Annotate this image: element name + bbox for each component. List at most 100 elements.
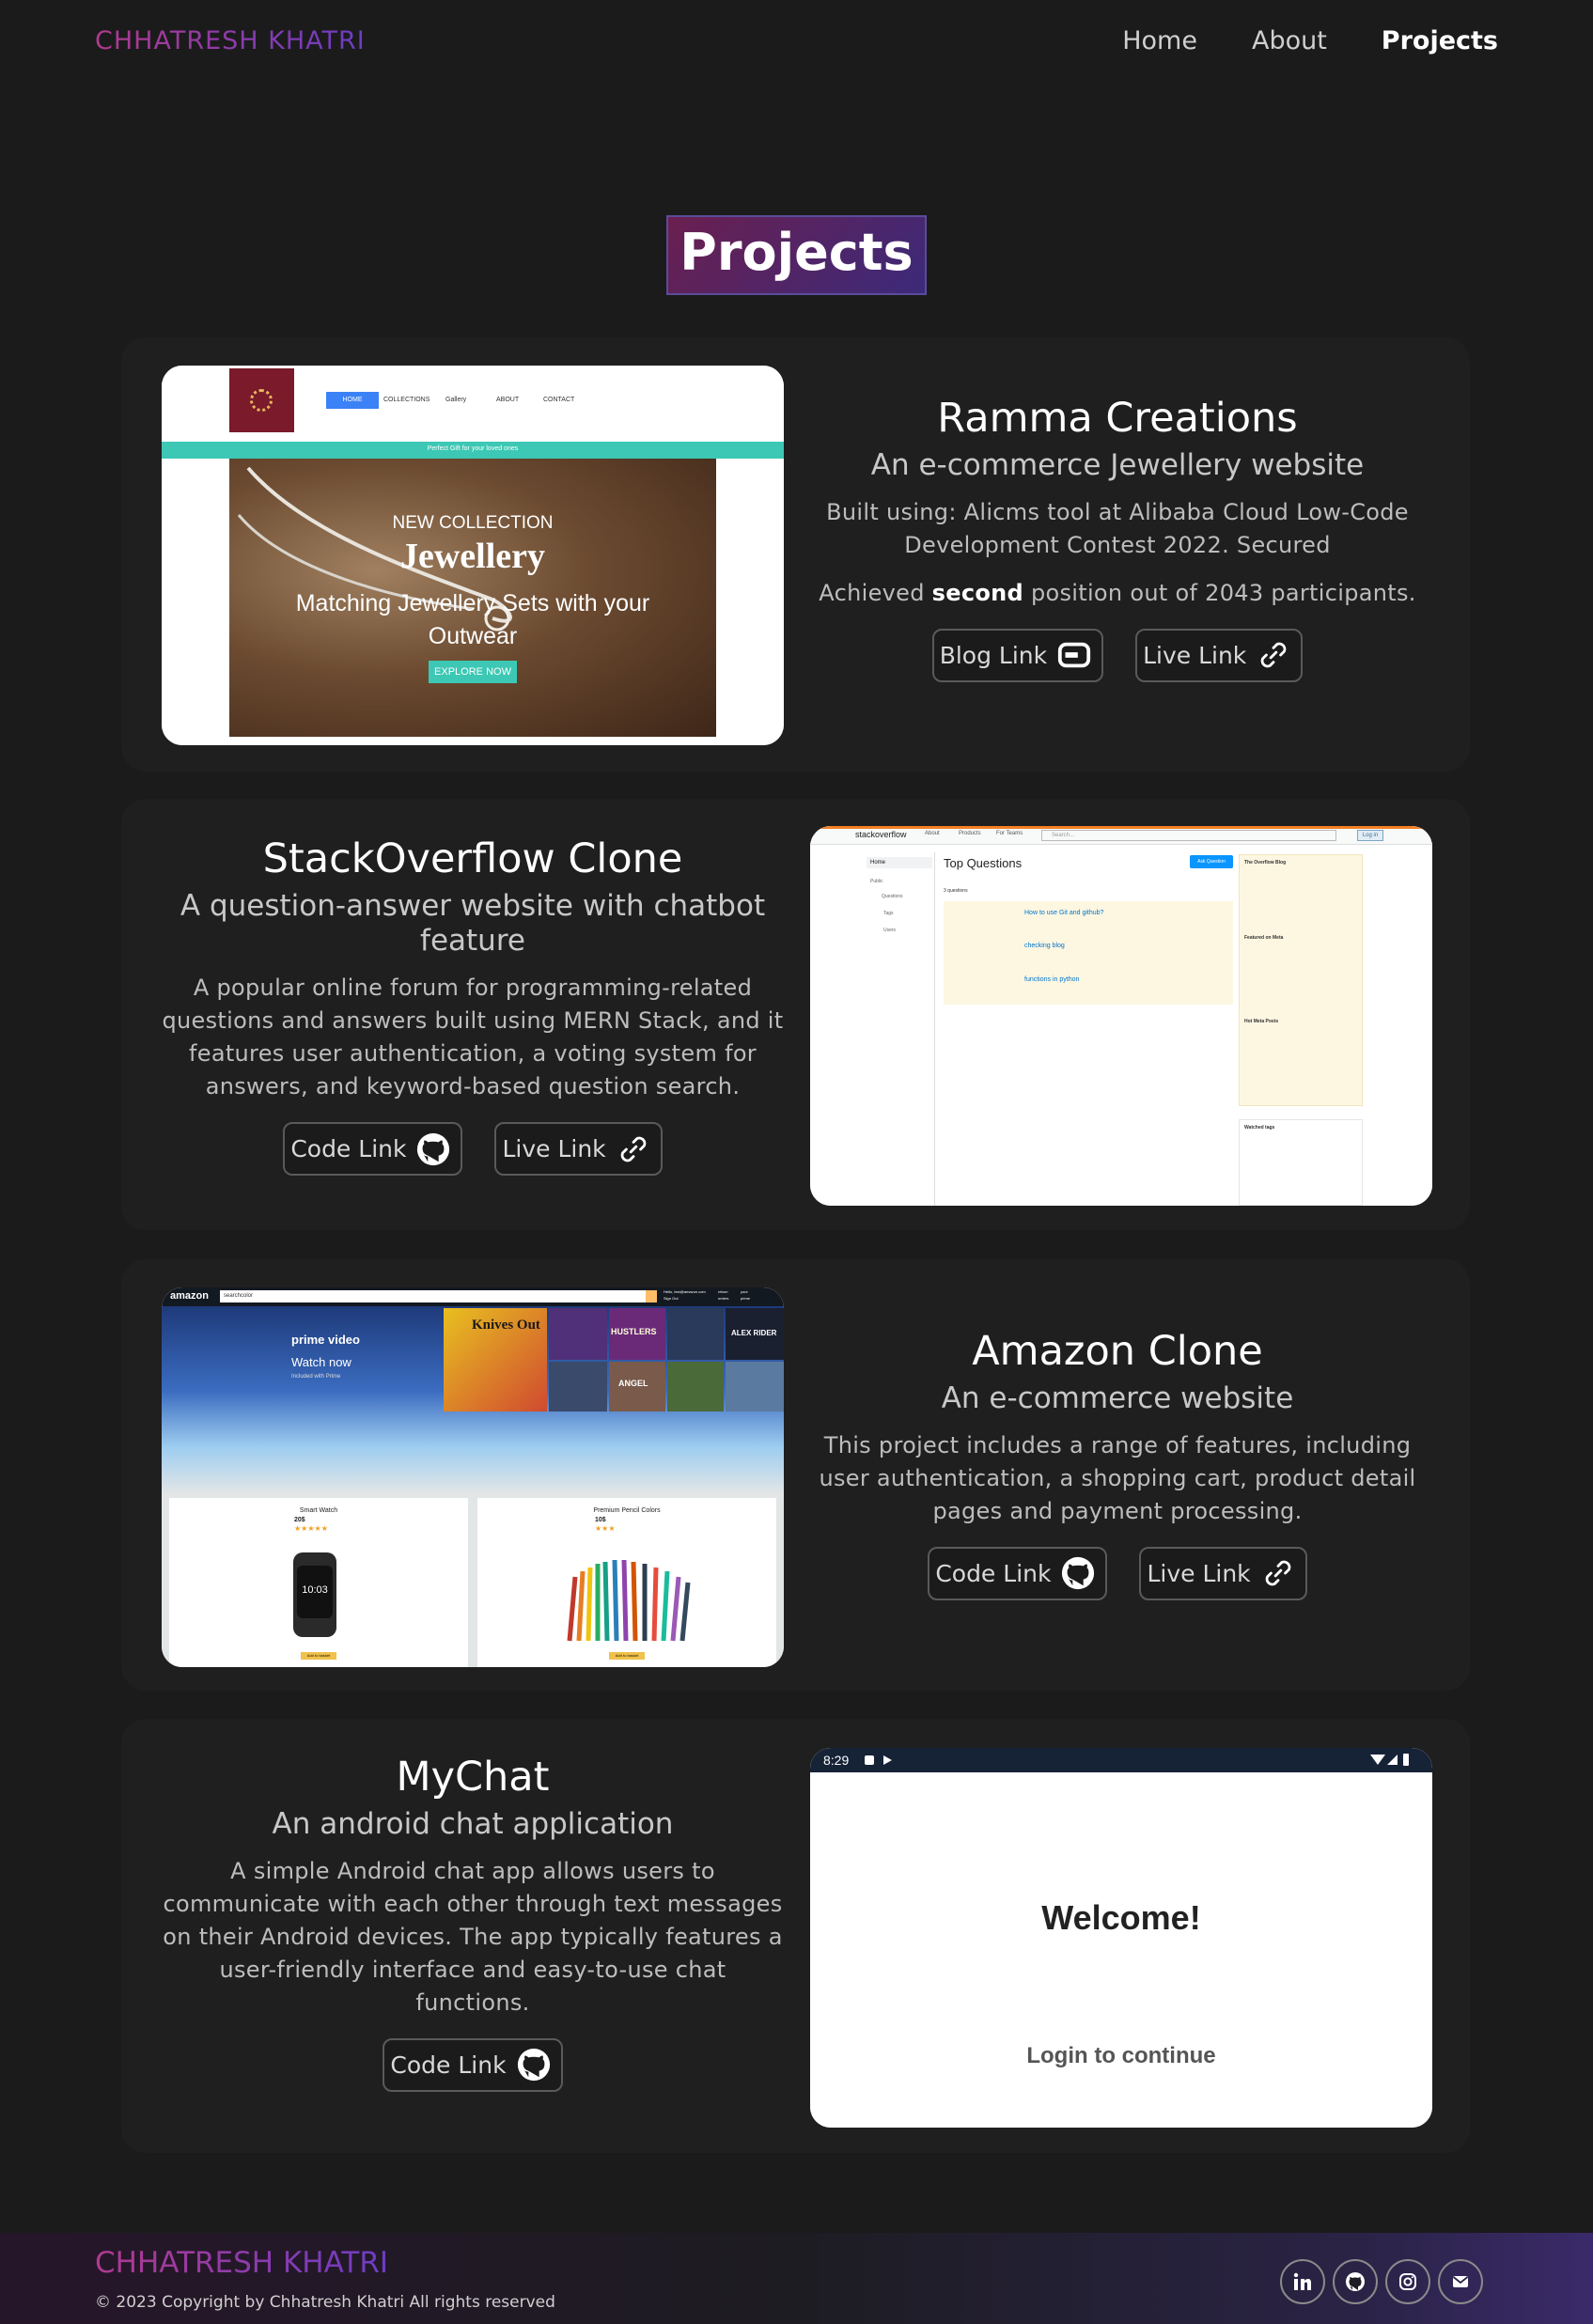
product-name: Smart Watch [299, 1507, 338, 1514]
so-side-questions: Questions [882, 894, 903, 899]
poster-alex-rider: ALEX RIDER [731, 1329, 777, 1337]
project-description: A simple Android chat app allows users t… [163, 1857, 783, 2016]
project-info-ramma: Ramma Creations An e-commerce Jewellery … [806, 394, 1429, 682]
so-ask-button: Ask Question [1190, 855, 1233, 868]
github-icon[interactable] [1333, 2259, 1378, 2304]
nav-projects[interactable]: Projects [1382, 26, 1498, 55]
project-title: MyChat [396, 1754, 550, 1801]
ramma-strip: Perfect Gift for your loved ones [162, 442, 784, 459]
project-achievement: Achieved second position out of 2043 par… [806, 577, 1429, 610]
ramma-logo [229, 368, 294, 432]
poster-knives-out: Knives Out [472, 1318, 540, 1333]
instagram-icon[interactable] [1385, 2259, 1430, 2304]
so-question-1: How to use Git and github? [1024, 910, 1104, 916]
so-search: Search... [1041, 830, 1336, 841]
product-name: Premium Pencil Colors [593, 1507, 661, 1514]
so-question-3: functions in python [1024, 976, 1080, 983]
live-link-button[interactable]: Live Link [1135, 628, 1304, 682]
live-link-label: Live Link [502, 1135, 606, 1163]
github-icon [417, 1132, 450, 1165]
ramma-hero-cta: EXPLORE NOW [429, 661, 517, 683]
project-screenshot-ramma: HOME COLLECTIONS Gallery ABOUT CONTACT P… [162, 366, 784, 745]
project-screenshot-stackoverflow: stackoverflow About Products For Teams S… [810, 826, 1432, 1206]
so-blog-title: The Overflow Blog [1244, 860, 1287, 866]
product-price: 20$ [294, 1517, 305, 1523]
github-icon [1062, 1557, 1095, 1590]
code-link-button[interactable]: Code Link [383, 2037, 563, 2092]
project-title: Ramma Creations [937, 395, 1298, 442]
so-products: Products [959, 831, 981, 836]
ramma-hero: NEW COLLECTION Jewellery Matching Jewell… [229, 459, 716, 737]
so-watched: Watched tags [1244, 1125, 1275, 1131]
amazon-signout: Sign Out [664, 1296, 679, 1301]
nav-about[interactable]: About [1252, 26, 1327, 55]
ramma-strip-text: Perfect Gift for your loved ones [427, 445, 519, 452]
project-card-stackoverflow: StackOverflow Clone A question-answer we… [121, 799, 1470, 1230]
nav-home[interactable]: Home [1122, 26, 1197, 55]
amazon-included: Included with Prime [291, 1374, 341, 1380]
live-link-button[interactable]: Live Link [1139, 1546, 1307, 1600]
project-description: This project includes a range of feature… [819, 1431, 1416, 1524]
footer: CHHATRESH KHATRI © 2023 Copyright by Chh… [0, 2233, 1593, 2324]
project-subtitle: An e-commerce website [941, 1380, 1294, 1415]
project-card-amazon: amazon searchcolor Hello, test@amazon.co… [121, 1259, 1470, 1691]
project-description: Built using: Alicms tool at Alibaba Clou… [826, 498, 1409, 558]
project-subtitle: An e-commerce Jewellery website [870, 447, 1365, 482]
amazon-logo: amazon [170, 1290, 209, 1302]
project-subtitle: An android chat application [272, 1806, 674, 1841]
project-info-mychat: MyChat An android chat application A sim… [162, 1753, 784, 2092]
so-count: 3 questions [944, 888, 968, 894]
social-links [1280, 2259, 1483, 2304]
footer-brand: CHHATRESH KHATRI [95, 2246, 389, 2280]
poster-hustlers: HUSTLERS [611, 1327, 657, 1336]
watch-time: 10:03 [302, 1584, 328, 1596]
project-description: A popular online forum for programming-r… [162, 975, 784, 1100]
code-link-label: Code Link [390, 2051, 507, 2079]
link-icon [1265, 1561, 1290, 1586]
so-hot: Hot Meta Posts [1244, 1019, 1279, 1024]
amazon-prime: prime [741, 1296, 751, 1301]
achievement-pre: Achieved [819, 579, 932, 606]
code-link-label: Code Link [935, 1559, 1052, 1587]
project-info-stackoverflow: StackOverflow Clone A question-answer we… [162, 834, 784, 1177]
mychat-login: Login to continue [1026, 2043, 1216, 2068]
ramma-menu-about: ABOUT [496, 397, 520, 403]
page-title: Projects [666, 215, 927, 295]
mychat-welcome: Welcome! [1041, 1898, 1201, 1937]
so-logo: stackoverflow [855, 830, 907, 839]
amazon-returns: return [718, 1289, 728, 1294]
project-screenshot-amazon: amazon searchcolor Hello, test@amazon.co… [162, 1287, 784, 1667]
code-link-button[interactable]: Code Link [928, 1546, 1108, 1600]
signal-icon [1387, 1755, 1398, 1765]
pencils-image [567, 1559, 691, 1642]
code-link-label: Code Link [290, 1135, 407, 1163]
live-link-button[interactable]: Live Link [494, 1122, 663, 1177]
linkedin-icon[interactable] [1280, 2259, 1325, 2304]
mail-icon[interactable] [1438, 2259, 1483, 2304]
ramma-menu-home: HOME [326, 392, 379, 409]
achievement-bold: second [931, 579, 1024, 606]
blog-link-button[interactable]: Blog Link [931, 628, 1104, 682]
so-side-home: Home [867, 857, 932, 868]
code-link-button[interactable]: Code Link [283, 1122, 463, 1177]
nav-links: Home About Projects [1122, 26, 1498, 55]
so-question-2: checking blog [1024, 943, 1065, 949]
ramma-hero-heading: Jewellery [399, 537, 546, 576]
so-side-tags: Tags [883, 911, 894, 916]
ramma-hero-tag: NEW COLLECTION [392, 513, 554, 533]
project-card-ramma: HOME COLLECTIONS Gallery ABOUT CONTACT P… [121, 337, 1470, 772]
link-icon [1260, 643, 1287, 668]
ramma-menu-collections: COLLECTIONS [383, 397, 430, 403]
amazon-watch-now: Watch now [291, 1355, 351, 1369]
ramma-menu-gallery: Gallery [445, 397, 467, 403]
amazon-search: searchcolor [220, 1290, 654, 1302]
so-side-public: Public [870, 879, 883, 884]
project-info-amazon: Amazon Clone An e-commerce website This … [806, 1327, 1429, 1600]
project-title: Amazon Clone [972, 1328, 1263, 1375]
brand-logo[interactable]: CHHATRESH KHATRI [95, 26, 366, 55]
android-time: 8:29 [823, 1753, 850, 1768]
amazon-hello: Hello, test@amazon.com [664, 1289, 706, 1294]
github-icon [517, 2049, 550, 2082]
blog-icon [1057, 643, 1091, 668]
live-link-label: Live Link [1147, 1559, 1251, 1587]
